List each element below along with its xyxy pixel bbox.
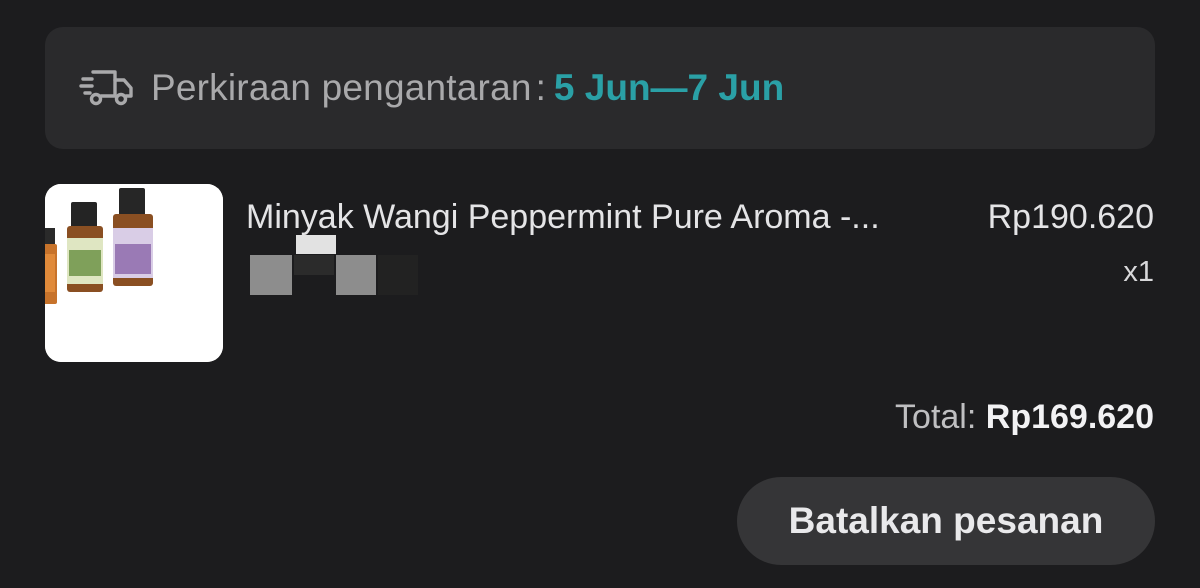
product-quantity: x1: [1123, 256, 1154, 288]
product-price: Rp190.620: [987, 198, 1154, 236]
total-value: Rp169.620: [985, 398, 1154, 436]
total-label: Total:: [895, 398, 986, 436]
order-card: Perkiraan pengantaran : 5 Jun—7 Jun Miny…: [0, 0, 1200, 588]
delivery-truck-icon: [79, 66, 135, 110]
delivery-separator: :: [535, 67, 546, 108]
delivery-estimate-banner: Perkiraan pengantaran : 5 Jun—7 Jun: [45, 27, 1155, 149]
product-name[interactable]: Minyak Wangi Peppermint Pure Aroma -...: [246, 198, 946, 237]
cancel-order-button[interactable]: Batalkan pesanan: [737, 477, 1155, 565]
order-total-row: Total: Rp169.620: [895, 398, 1154, 437]
product-variant-redacted: [250, 235, 420, 295]
delivery-estimate-label: Perkiraan pengantaran: [151, 67, 532, 108]
product-thumbnail[interactable]: [45, 184, 223, 362]
delivery-dates: 5 Jun—7 Jun: [553, 67, 785, 108]
